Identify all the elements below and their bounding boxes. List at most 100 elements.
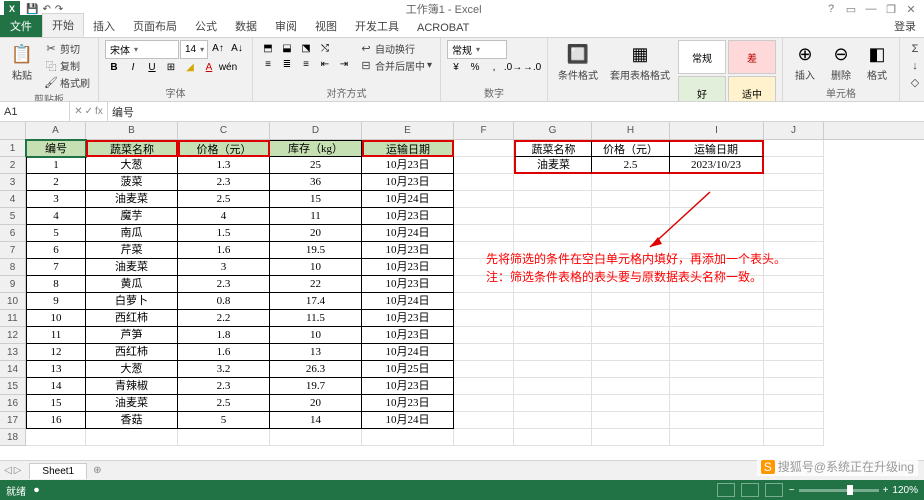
fill-color-button[interactable]: ◢ [181,59,199,75]
number-format-select[interactable]: 常规 [447,40,507,59]
tab-data[interactable]: 数据 [226,15,266,37]
format-cells-button[interactable]: ◧格式 [861,40,893,84]
cell[interactable] [592,344,670,361]
cell[interactable]: 2.3 [178,378,270,395]
cell[interactable]: 运输日期 [362,140,454,157]
fx-buttons[interactable]: ✕✓fx [70,102,108,121]
cell[interactable] [454,157,514,174]
cell[interactable] [764,191,824,208]
row-header[interactable]: 14 [0,361,26,378]
cell[interactable]: 20 [270,225,362,242]
percent-icon[interactable]: % [466,59,484,75]
cell[interactable] [514,310,592,327]
cell[interactable]: 3 [26,191,86,208]
cell[interactable]: 22 [270,276,362,293]
cell[interactable]: 11.5 [270,310,362,327]
cell[interactable] [670,344,764,361]
row-header[interactable]: 16 [0,395,26,412]
format-as-table-button[interactable]: ▦套用表格格式 [606,40,674,84]
cell[interactable] [178,429,270,446]
row-header[interactable]: 17 [0,412,26,429]
row-header[interactable]: 15 [0,378,26,395]
decrease-font-icon[interactable]: A↓ [228,40,246,56]
align-middle-icon[interactable]: ⬓ [278,40,296,56]
paste-button[interactable]: 📋 粘贴 [6,40,38,84]
cell[interactable]: 11 [26,327,86,344]
cell[interactable]: 香菇 [86,412,178,429]
cell[interactable] [670,412,764,429]
tab-acrobat[interactable]: ACROBAT [408,19,478,37]
cell[interactable]: 12 [26,344,86,361]
cell[interactable]: 油麦菜 [514,157,592,174]
cell[interactable]: 26.3 [270,361,362,378]
cell[interactable]: 3 [178,259,270,276]
cell[interactable]: 油麦菜 [86,395,178,412]
cell[interactable]: 大葱 [86,361,178,378]
cell[interactable] [454,361,514,378]
cell[interactable]: 5 [178,412,270,429]
cell[interactable]: 库存（kg） [270,140,362,157]
cell[interactable]: 10月23日 [362,327,454,344]
cell[interactable] [764,225,824,242]
cell[interactable] [454,378,514,395]
cell[interactable]: 10月23日 [362,174,454,191]
clear-button[interactable]: ◇清除 [906,74,924,91]
cell[interactable] [454,174,514,191]
cell[interactable]: 10月23日 [362,310,454,327]
cell[interactable]: 14 [26,378,86,395]
worksheet-grid[interactable]: ABCDEFGHIJ 1编号蔬菜名称价格（元）库存（kg）运输日期蔬菜名称价格（… [0,122,924,460]
cell[interactable]: 油麦菜 [86,259,178,276]
zoom-slider[interactable] [799,489,879,492]
currency-icon[interactable]: ¥ [447,59,465,75]
cut-button[interactable]: ✂剪切 [42,40,92,57]
cell[interactable] [764,412,824,429]
cell[interactable] [454,191,514,208]
cell[interactable]: 5 [26,225,86,242]
cell[interactable]: 10 [270,259,362,276]
cell[interactable]: 4 [26,208,86,225]
cell[interactable]: 价格（元） [592,140,670,157]
cell[interactable] [670,310,764,327]
cell[interactable]: 2.5 [178,191,270,208]
cell[interactable] [764,157,824,174]
tab-developer[interactable]: 开发工具 [346,15,408,37]
view-normal-icon[interactable] [717,483,735,497]
cell[interactable]: 芹菜 [86,242,178,259]
cell[interactable] [454,225,514,242]
align-left-icon[interactable]: ≡ [259,56,277,72]
zoom-level[interactable]: 120% [892,485,918,496]
cell[interactable] [592,429,670,446]
merge-center-button[interactable]: ⊟合并后居中 ▾ [357,57,434,74]
cell[interactable]: 10 [270,327,362,344]
cell[interactable]: 运输日期 [670,140,764,157]
cell[interactable]: 魔芋 [86,208,178,225]
view-page-layout-icon[interactable] [741,483,759,497]
col-header-B[interactable]: B [86,122,178,139]
cell[interactable]: 1 [26,157,86,174]
insert-cells-button[interactable]: ⊕插入 [789,40,821,84]
cell[interactable] [270,429,362,446]
zoom-in-icon[interactable]: + [883,485,889,496]
cell[interactable]: 菠菜 [86,174,178,191]
row-header[interactable]: 5 [0,208,26,225]
cell[interactable]: 20 [270,395,362,412]
restore-icon[interactable]: ❐ [882,3,900,16]
cell[interactable] [454,208,514,225]
cell[interactable]: 大葱 [86,157,178,174]
tab-view[interactable]: 视图 [306,15,346,37]
cell[interactable] [670,361,764,378]
cell[interactable]: 10月23日 [362,276,454,293]
row-header[interactable]: 4 [0,191,26,208]
cell[interactable]: 10月24日 [362,344,454,361]
cell[interactable] [454,429,514,446]
cell[interactable] [764,361,824,378]
cell[interactable] [764,310,824,327]
delete-cells-button[interactable]: ⊖删除 [825,40,857,84]
cell[interactable] [514,429,592,446]
col-header-E[interactable]: E [362,122,454,139]
cell[interactable] [592,361,670,378]
cell[interactable] [86,429,178,446]
style-normal[interactable]: 常规 [678,40,726,74]
row-header[interactable]: 9 [0,276,26,293]
tab-file[interactable]: 文件 [0,15,42,37]
